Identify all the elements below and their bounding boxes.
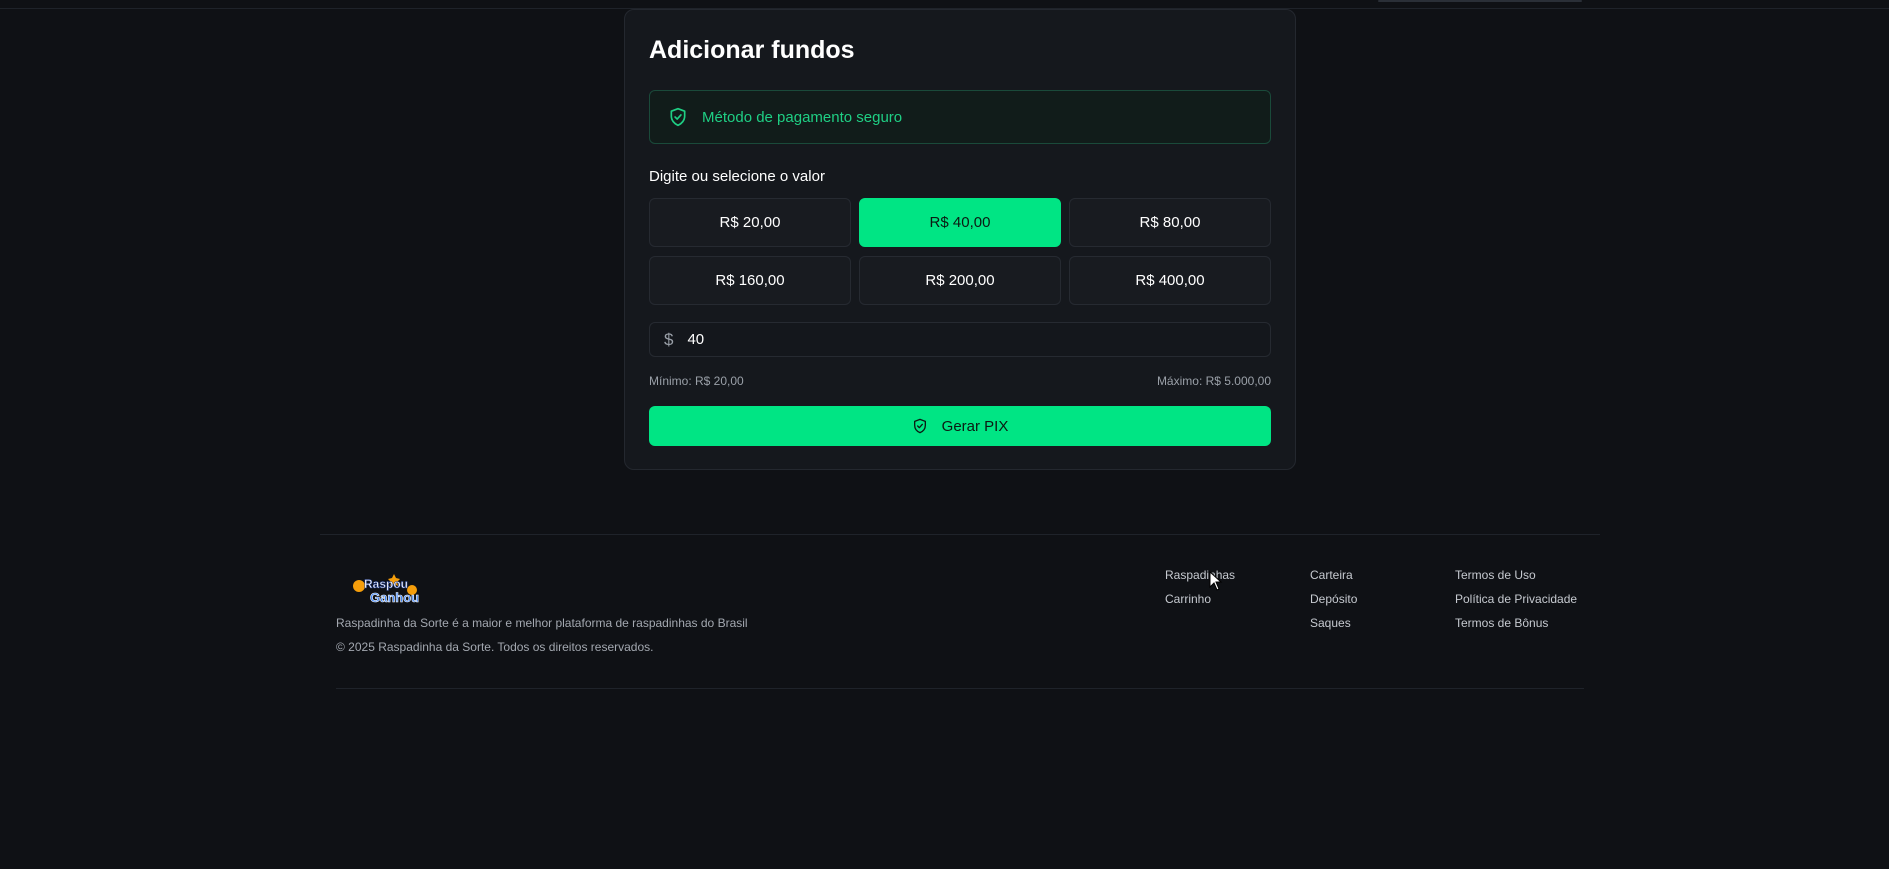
amount-input-wrapper: $ bbox=[649, 322, 1271, 357]
dollar-icon: $ bbox=[664, 329, 674, 349]
footer-link-carteira[interactable]: Carteira bbox=[1310, 568, 1357, 592]
amount-option-40[interactable]: R$ 40,00 bbox=[859, 198, 1061, 247]
amount-option-160[interactable]: R$ 160,00 bbox=[649, 256, 851, 305]
page-title: Adicionar fundos bbox=[649, 36, 855, 64]
footer-link-privacidade[interactable]: Política de Privacidade bbox=[1455, 592, 1577, 616]
secure-payment-text: Método de pagamento seguro bbox=[702, 108, 903, 126]
shield-check-icon bbox=[668, 107, 688, 127]
min-amount-label: Mínimo: R$ 20,00 bbox=[649, 374, 744, 388]
amount-option-200[interactable]: R$ 200,00 bbox=[859, 256, 1061, 305]
add-funds-card: Adicionar fundos Método de pagamento seg… bbox=[624, 9, 1296, 470]
footer-divider-bottom bbox=[336, 688, 1584, 689]
shield-check-icon bbox=[912, 418, 928, 434]
amount-input[interactable] bbox=[687, 331, 1248, 348]
amount-limits: Mínimo: R$ 20,00 Máximo: R$ 5.000,00 bbox=[649, 374, 1271, 388]
footer-divider-top bbox=[320, 534, 1600, 535]
footer-link-termos-de-uso[interactable]: Termos de Uso bbox=[1455, 568, 1577, 592]
amount-option-80[interactable]: R$ 80,00 bbox=[1069, 198, 1271, 247]
secure-payment-notice: Método de pagamento seguro bbox=[649, 90, 1271, 144]
footer-links-games: Raspadinhas Carrinho bbox=[1165, 568, 1235, 616]
amount-option-400[interactable]: R$ 400,00 bbox=[1069, 256, 1271, 305]
generate-pix-label: Gerar PIX bbox=[941, 417, 1009, 435]
max-amount-label: Máximo: R$ 5.000,00 bbox=[1156, 374, 1271, 388]
footer-copyright: © 2025 Raspadinha da Sorte. Todos os dir… bbox=[336, 640, 654, 654]
logo-text-bottom: Ganhou bbox=[370, 590, 419, 605]
footer-link-carrinho[interactable]: Carrinho bbox=[1165, 592, 1235, 616]
header-scroll-indicator bbox=[1378, 0, 1582, 2]
generate-pix-button[interactable]: Gerar PIX bbox=[649, 406, 1271, 446]
footer-link-raspadinhas[interactable]: Raspadinhas bbox=[1165, 568, 1235, 592]
footer-link-termos-bonus[interactable]: Termos de Bônus bbox=[1455, 616, 1577, 640]
footer-links-legal: Termos de Uso Política de Privacidade Te… bbox=[1455, 568, 1577, 640]
mouse-cursor-icon bbox=[1209, 570, 1223, 591]
footer-link-deposito[interactable]: Depósito bbox=[1310, 592, 1357, 616]
footer-link-saques[interactable]: Saques bbox=[1310, 616, 1357, 640]
amount-option-20[interactable]: R$ 20,00 bbox=[649, 198, 851, 247]
amount-options: R$ 20,00 R$ 40,00 R$ 80,00 R$ 160,00 R$ … bbox=[649, 198, 1271, 305]
amount-section-label: Digite ou selecione o valor bbox=[649, 168, 825, 185]
logo-text-top: Raspou bbox=[364, 577, 408, 591]
footer-links-wallet: Carteira Depósito Saques bbox=[1310, 568, 1357, 640]
footer-description: Raspadinha da Sorte é a maior e melhor p… bbox=[336, 616, 748, 630]
site-logo[interactable]: Raspou Ganhou bbox=[350, 570, 422, 606]
